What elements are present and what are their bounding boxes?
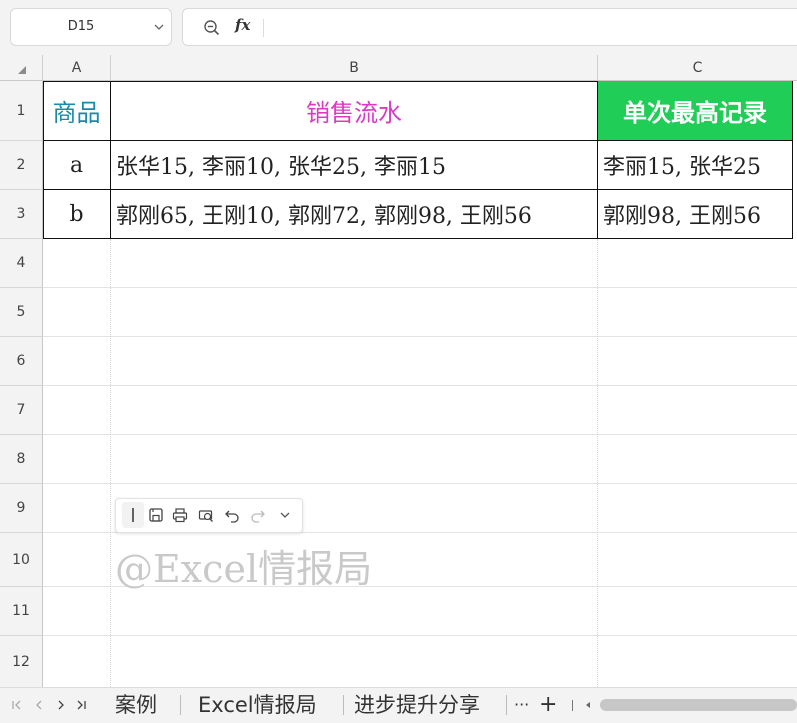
gridline [110, 239, 111, 687]
text-cursor-icon[interactable] [122, 502, 144, 528]
scroll-splitter[interactable] [572, 700, 573, 711]
undo-icon[interactable] [224, 507, 240, 523]
redo-icon[interactable] [250, 507, 266, 523]
print-preview-icon[interactable] [198, 507, 214, 523]
chevron-down-icon[interactable] [153, 21, 165, 33]
cell-a1[interactable]: 商品 [43, 81, 111, 141]
chevron-down-icon[interactable] [277, 507, 293, 523]
cell-c3[interactable]: 郭刚98, 王刚56 [598, 190, 793, 239]
gridline [597, 239, 598, 687]
prev-sheet-icon[interactable] [32, 697, 46, 713]
cell-c1[interactable]: 单次最高记录 [598, 81, 793, 141]
tab-separator [506, 695, 507, 715]
row-header-5[interactable]: 5 [0, 288, 43, 337]
more-sheets-button[interactable]: ··· [514, 688, 529, 723]
row-header-6[interactable]: 6 [0, 337, 43, 386]
cell-b3[interactable]: 郭刚65, 王刚10, 郭刚72, 郭刚98, 王刚56 [111, 190, 598, 239]
gridline [43, 336, 797, 337]
row-header-1[interactable]: 1 [0, 81, 43, 141]
sheet-tab-1[interactable]: 案例 [115, 688, 157, 723]
add-sheet-button[interactable]: + [539, 688, 557, 723]
row-header-2[interactable]: 2 [0, 141, 43, 190]
save-icon[interactable] [148, 507, 164, 523]
column-header-b[interactable]: B [111, 55, 598, 81]
fx-icon[interactable]: fx [235, 16, 250, 34]
watermark-text: @Excel情报局 [115, 547, 373, 591]
sheet-tab-3[interactable]: 进步提升分享 [354, 688, 480, 723]
print-icon[interactable] [172, 507, 188, 523]
next-sheet-icon[interactable] [54, 697, 68, 713]
row-header-10[interactable]: 10 [0, 533, 43, 587]
cell-b1[interactable]: 销售流水 [111, 81, 598, 141]
formula-toolbar: D15 fx [0, 0, 797, 55]
corner-triangle-icon [18, 66, 26, 74]
gridline [43, 385, 797, 386]
last-sheet-icon[interactable] [74, 697, 88, 713]
tab-separator [180, 695, 181, 715]
row-header-9[interactable]: 9 [0, 484, 43, 533]
first-sheet-icon[interactable] [10, 697, 24, 713]
zoom-out-icon[interactable] [203, 19, 221, 37]
gridline [43, 635, 797, 636]
name-box[interactable]: D15 [10, 8, 172, 46]
gridline [43, 434, 797, 435]
sheet-tab-bar: 案例 Excel情报局 进步提升分享 ··· + [0, 687, 797, 723]
cell-a3[interactable]: b [43, 190, 111, 239]
row-header-4[interactable]: 4 [0, 239, 43, 288]
cell-a2[interactable]: a [43, 141, 111, 190]
formula-separator [263, 19, 264, 37]
cell-b2[interactable]: 张华15, 李丽10, 张华25, 李丽15 [111, 141, 598, 190]
gridline [43, 483, 797, 484]
cell-c2[interactable]: 李丽15, 张华25 [598, 141, 793, 190]
row-header-7[interactable]: 7 [0, 386, 43, 435]
formula-bar[interactable]: fx [182, 8, 797, 46]
column-header-a[interactable]: A [43, 55, 111, 81]
row-header-3[interactable]: 3 [0, 190, 43, 239]
floating-toolbar [115, 498, 303, 533]
name-box-value: D15 [67, 19, 95, 34]
row-header-12[interactable]: 12 [0, 636, 43, 687]
row-header-11[interactable]: 11 [0, 587, 43, 636]
select-all-corner[interactable] [0, 55, 43, 81]
scroll-left-icon[interactable] [582, 697, 596, 713]
sheet-tab-2[interactable]: Excel情报局 [198, 688, 317, 723]
tab-separator [343, 695, 344, 715]
row-header-8[interactable]: 8 [0, 435, 43, 484]
horizontal-scrollbar[interactable] [600, 699, 797, 711]
gridline [43, 287, 797, 288]
column-header-c[interactable]: C [598, 55, 797, 81]
